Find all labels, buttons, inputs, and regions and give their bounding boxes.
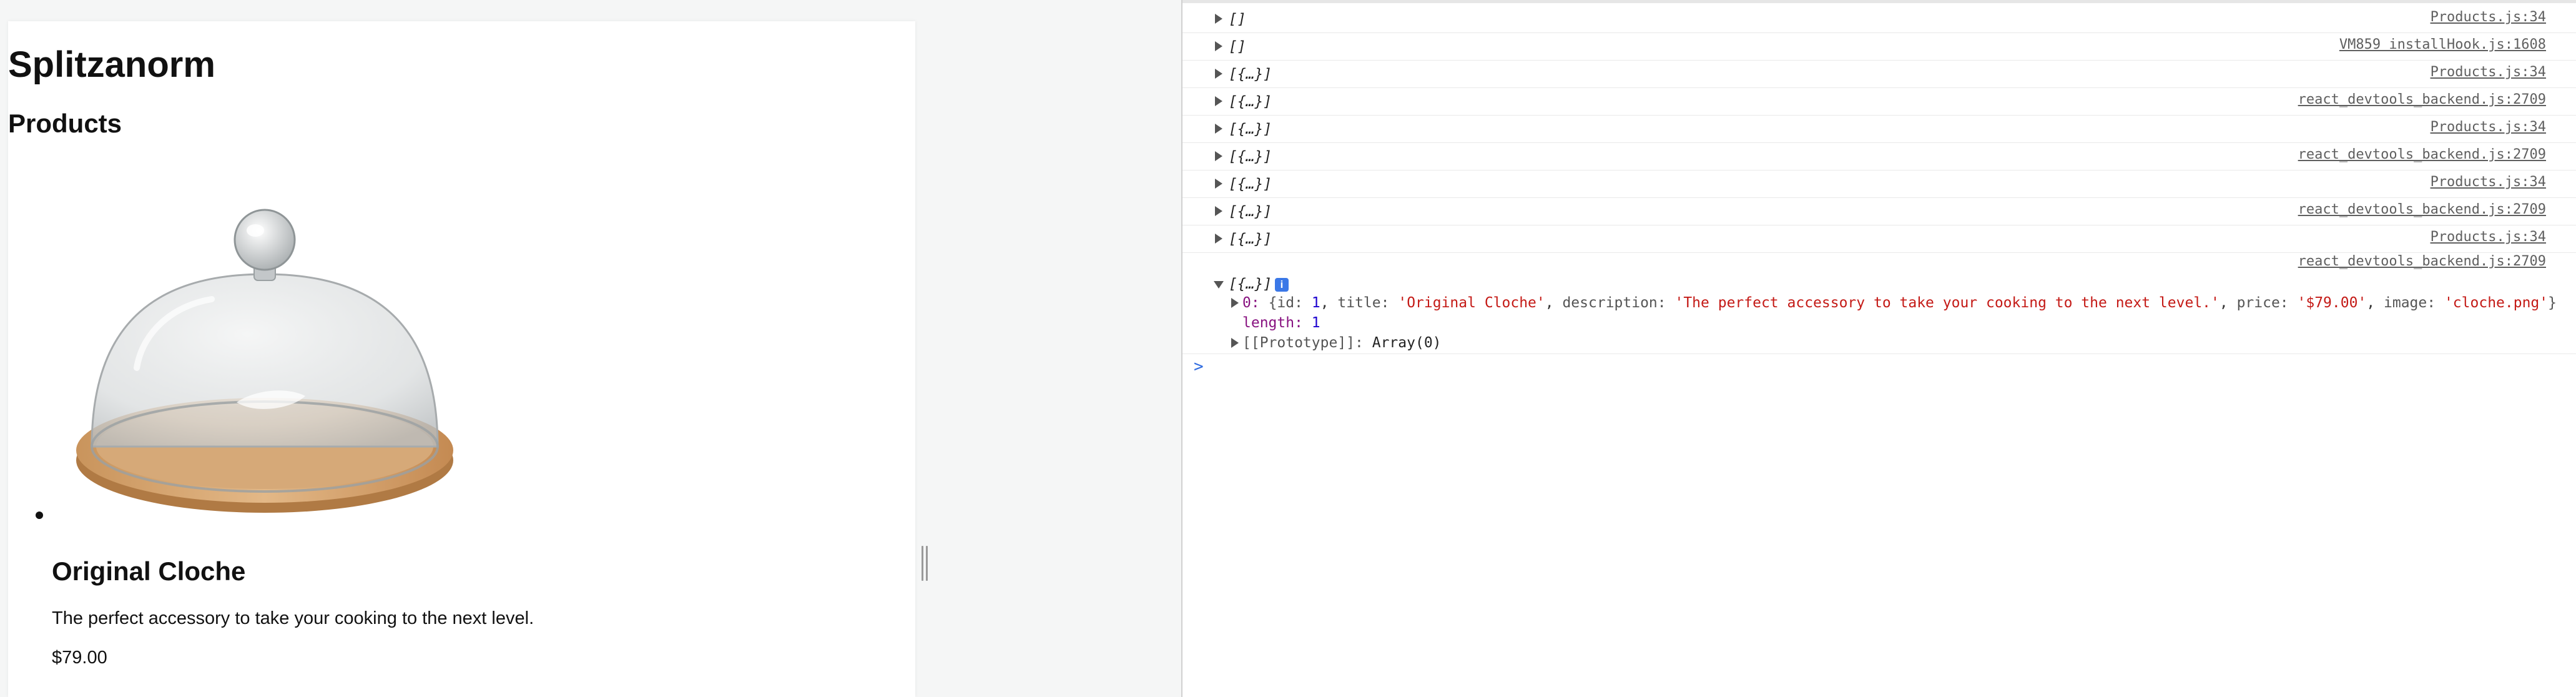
log-message: [{…}]	[1229, 121, 1272, 137]
open-brace: {	[1268, 295, 1277, 311]
expand-triangle-icon[interactable]	[1231, 298, 1239, 308]
console-top-border	[1182, 0, 2576, 3]
log-source-link[interactable]: Products.js:34	[2431, 174, 2546, 190]
array-item-preview[interactable]: 0: {id: 1, title: 'Original Cloche', des…	[1242, 295, 2557, 311]
log-source-link[interactable]: VM859 installHook.js:1608	[2339, 37, 2546, 52]
log-source-link[interactable]: Products.js:34	[2431, 9, 2546, 25]
log-source-link[interactable]: react_devtools_backend.js:2709	[2298, 202, 2546, 217]
log-source-link[interactable]: Products.js:34	[2431, 119, 2546, 135]
product-title: Original Cloche	[52, 556, 246, 586]
price-value: '$79.00'	[2297, 295, 2367, 311]
log-source-link[interactable]: Products.js:34	[2431, 229, 2546, 245]
log-message: [{…}]	[1229, 94, 1272, 110]
log-message: []	[1229, 11, 1246, 27]
log-source-link[interactable]: react_devtools_backend.js:2709	[2298, 147, 2546, 162]
expand-triangle-icon[interactable]	[1215, 206, 1222, 216]
log-message: []	[1229, 39, 1246, 55]
collapse-triangle-icon[interactable]	[1214, 281, 1224, 289]
expand-triangle-icon[interactable]	[1215, 69, 1222, 79]
log-message: [{…}]	[1229, 149, 1272, 165]
log-message: [{…}]	[1229, 66, 1272, 82]
length-key: length:	[1242, 315, 1303, 331]
console-log-row[interactable]: [{…}] react_devtools_backend.js:2709	[1182, 142, 2576, 171]
expand-triangle-icon[interactable]	[1215, 124, 1222, 134]
image-key: image:	[2384, 295, 2436, 311]
console-log-row[interactable]: [{…}] react_devtools_backend.js:2709	[1182, 197, 2576, 225]
page-viewport: Splitzanorm Products Original Cloche The…	[8, 21, 915, 697]
array-length: length: 1	[1242, 315, 1320, 331]
app-title: Splitzanorm	[8, 44, 215, 85]
expand-triangle-icon[interactable]	[1215, 14, 1222, 24]
prototype-value: Array(0)	[1372, 335, 1442, 351]
console-log-row[interactable]: [{…}] Products.js:34	[1182, 115, 2576, 143]
product-image	[76, 209, 453, 513]
expand-triangle-icon[interactable]	[1215, 41, 1222, 51]
log-source-link[interactable]: react_devtools_backend.js:2709	[2298, 254, 2546, 269]
resize-handle-icon[interactable]	[922, 546, 930, 581]
image-value: 'cloche.png'	[2444, 295, 2549, 311]
close-brace: }	[2548, 295, 2557, 311]
prototype-key: [[Prototype]]:	[1242, 335, 1364, 351]
expand-triangle-icon[interactable]	[1215, 179, 1222, 189]
console-expanded-row[interactable]: react_devtools_backend.js:2709 [{…}] i 0…	[1182, 254, 2576, 354]
product-description: The perfect accessory to take your cooki…	[52, 608, 534, 628]
console-prompt-icon[interactable]: >	[1194, 357, 1204, 376]
expand-triangle-icon[interactable]	[1215, 151, 1222, 161]
expand-triangle-icon[interactable]	[1231, 338, 1239, 348]
console-log-row[interactable]: [{…}] Products.js:34	[1182, 60, 2576, 88]
section-title: Products	[8, 109, 122, 138]
price-key: price:	[2236, 295, 2289, 311]
product-price: $79.00	[52, 648, 107, 668]
log-source-link[interactable]: Products.js:34	[2431, 64, 2546, 80]
title-value: 'Original Cloche'	[1398, 295, 1545, 311]
browser-page-area: Splitzanorm Products Original Cloche The…	[0, 0, 1181, 697]
console-log-row[interactable]: [{…}] react_devtools_backend.js:2709	[1182, 87, 2576, 116]
id-value: 1	[1311, 295, 1320, 311]
console-log-row[interactable]: [] Products.js:34	[1182, 5, 2576, 33]
title-key: title:	[1337, 295, 1390, 311]
description-value: 'The perfect accessory to take your cook…	[1674, 295, 2220, 311]
console-log-row[interactable]: [] VM859 installHook.js:1608	[1182, 32, 2576, 61]
id-key: id:	[1277, 295, 1303, 311]
console-log-row[interactable]: [{…}] Products.js:34	[1182, 225, 2576, 253]
console-log-row[interactable]: [{…}] Products.js:34	[1182, 170, 2576, 198]
log-message: [{…}]	[1229, 176, 1272, 192]
length-value: 1	[1311, 315, 1320, 331]
description-key: description:	[1562, 295, 1666, 311]
list-bullet	[36, 512, 43, 519]
info-badge-icon[interactable]: i	[1275, 278, 1289, 292]
expand-triangle-icon[interactable]	[1215, 234, 1222, 244]
log-source-link[interactable]: react_devtools_backend.js:2709	[2298, 92, 2546, 107]
log-message: [{…}]	[1229, 204, 1272, 220]
array-prototype[interactable]: [[Prototype]]: Array(0)	[1242, 335, 1442, 351]
expand-triangle-icon[interactable]	[1215, 96, 1222, 106]
log-message: [{…}]	[1229, 276, 1272, 292]
devtools-console-panel: [] Products.js:34 [] VM859 installHook.j…	[1181, 0, 2576, 697]
item-index: 0:	[1242, 295, 1260, 311]
log-message: [{…}]	[1229, 231, 1272, 247]
